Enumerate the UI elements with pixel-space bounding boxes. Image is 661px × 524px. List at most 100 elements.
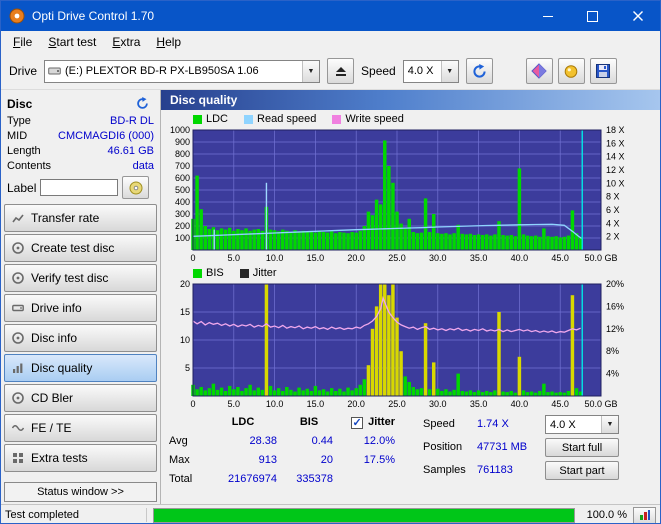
info-label: Type [7,115,31,127]
disc-refresh-button[interactable] [130,93,154,114]
svg-text:50.0 GB: 50.0 GB [584,253,617,263]
progress-percent: 100.0 % [586,509,627,521]
transfer-rate-icon [12,214,24,223]
stat-max-ldc: 913 [258,454,277,466]
cd-icon [129,181,143,194]
window-controls [525,1,660,31]
stat-row-label: Max [169,454,190,466]
refresh-button[interactable] [465,58,493,84]
fe-te-icon [12,425,24,431]
scan-speed-select[interactable]: 4.0 X ▼ [545,415,619,434]
svg-text:40.0: 40.0 [511,253,529,263]
sidebar-button-label: FE / TE [31,421,72,435]
chevron-down-icon: ▼ [601,416,618,433]
disc-label-caption: Label [7,180,37,195]
eraser-icon [531,63,547,79]
cd-bler-icon [12,392,24,404]
svg-text:40.0: 40.0 [511,399,529,409]
position-row-label: Position [423,441,463,453]
disc-quality-icon [13,363,23,373]
svg-text:2 X: 2 X [606,232,620,242]
status-window-button[interactable]: Status window >> [4,482,157,502]
progress-bar [153,507,575,523]
svg-text:200: 200 [175,221,190,231]
menu-start-test[interactable]: Start test [40,32,104,52]
svg-text:300: 300 [175,209,190,219]
sidebar-button-fe-te[interactable]: FE / TE [4,414,157,442]
stat-total-bis: 335378 [296,473,333,485]
toolbar: Drive (E:) PLEXTOR BD-R PX-LB950SA 1.06 … [1,53,660,90]
stat-avg-ldc: 28.38 [249,435,277,447]
start-full-button[interactable]: Start full [545,438,619,457]
svg-text:20.0: 20.0 [347,253,365,263]
minimize-button[interactable] [525,1,570,31]
erase-disc-button[interactable] [525,58,553,84]
svg-text:50.0 GB: 50.0 GB [584,399,617,409]
legend-swatch [239,268,249,278]
speed-select[interactable]: 4.0 X ▼ [402,59,459,83]
start-part-button[interactable]: Start part [545,461,619,480]
svg-text:0: 0 [190,399,195,409]
disc-info-type: Type BD-R DL [4,114,157,129]
svg-text:16%: 16% [606,301,624,311]
svg-text:8%: 8% [606,346,619,356]
speed-label: Speed [361,64,396,78]
info-value: data [132,160,154,172]
svg-text:12 X: 12 X [606,165,625,175]
svg-text:700: 700 [175,161,190,171]
stat-max-jitter: 17.5% [363,454,395,466]
svg-text:45.0: 45.0 [551,399,569,409]
jitter-label: Jitter [368,416,395,428]
disc-info-contents: Contents data [4,159,157,174]
svg-text:10.0: 10.0 [266,253,284,263]
statusbar-button[interactable] [633,506,656,523]
info-value: 46.61 GB [107,145,154,157]
menubar: File Start test Extra Help [1,31,660,53]
menu-file[interactable]: File [5,32,40,52]
sidebar-button-label: Disc info [31,331,78,345]
bis-column-header: BIS [299,416,319,428]
maximize-button[interactable] [570,1,615,31]
svg-text:8 X: 8 X [606,192,620,202]
disc-label-input[interactable] [40,179,119,196]
stat-total-jitter [337,472,399,487]
sidebar-button-drive-info[interactable]: Drive info [4,294,157,322]
bis-chart-legend: BIS Jitter [193,266,660,280]
sidebar-button-disc-quality[interactable]: Disc quality [4,354,157,382]
menu-help[interactable]: Help [148,32,189,52]
svg-text:0: 0 [190,253,195,263]
ldc-chart: LDC Read speed Write speed 100 200 300 400 500… [161,110,660,264]
menu-extra[interactable]: Extra [104,32,148,52]
close-button[interactable] [615,1,660,31]
sidebar-button-transfer-rate[interactable]: Transfer rate [4,204,157,232]
sidebar-button-create-test-disc[interactable]: Create test disc [4,234,157,262]
statusbar-separator [146,508,147,522]
write-label-button[interactable] [122,176,150,199]
jitter-header: ✓ Jitter [337,415,399,430]
drive-select[interactable]: (E:) PLEXTOR BD-R PX-LB950SA 1.06 ▼ [44,59,321,83]
mini-chart-icon [639,510,650,520]
disc-info-length: Length 46.61 GB [4,144,157,159]
status-text: Test completed [5,509,79,521]
options-button[interactable] [557,58,585,84]
legend-label: Write speed [345,113,404,125]
sidebar-button-verify-test-disc[interactable]: Verify test disc [4,264,157,292]
svg-text:6 X: 6 X [606,205,620,215]
refresh-icon [136,97,148,109]
save-results-button[interactable] [589,58,617,84]
stat-avg-bis: 0.44 [311,435,333,447]
svg-text:10: 10 [180,335,190,345]
info-label: MID [7,130,28,142]
svg-text:10 X: 10 X [606,178,625,188]
titlebar: Opti Drive Control 1.70 [1,1,660,31]
sidebar-button-extra-tests[interactable]: Extra tests [4,444,157,472]
jitter-checkbox[interactable]: ✓ [351,416,364,429]
sidebar-button-disc-info[interactable]: Disc info [4,324,157,352]
position-value: 47731 MB [477,441,528,453]
svg-text:16 X: 16 X [606,138,625,148]
svg-text:1000: 1000 [170,126,190,135]
progress-fill [154,508,574,522]
sidebar-button-cd-bler[interactable]: CD Bler [4,384,157,412]
minimize-icon [542,15,553,17]
eject-button[interactable] [327,58,355,84]
